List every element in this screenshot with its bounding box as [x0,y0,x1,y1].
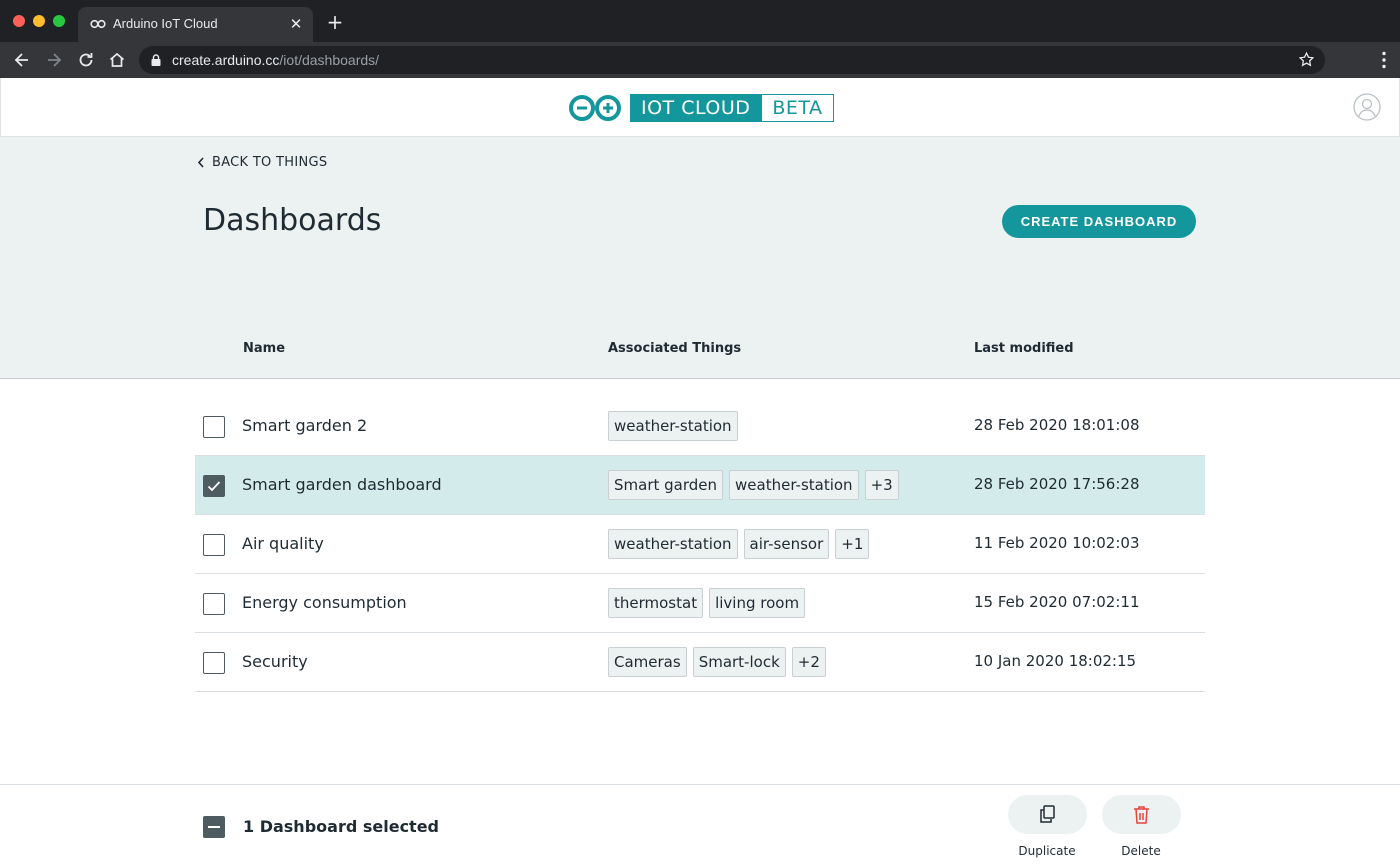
home-icon[interactable] [107,50,127,70]
address-bar[interactable]: create.arduino.cc/iot/dashboards/ [139,46,1325,74]
close-tab-icon[interactable]: ✕ [287,15,305,33]
bookmark-star-icon[interactable] [1298,51,1315,68]
selection-count: 1 Dashboard selected [243,817,439,836]
tab-title: Arduino IoT Cloud [113,16,218,31]
beta-badge: BETA [761,94,834,122]
column-header-name[interactable]: Name [243,341,285,356]
maximize-window-button[interactable] [53,15,65,27]
column-header-modified[interactable]: Last modified [974,341,1074,356]
associated-things: Smart garden weather-station +3 [608,470,899,500]
row-checkbox[interactable] [203,593,225,615]
lock-icon [151,54,161,66]
thing-chip[interactable]: weather-station [608,411,738,441]
table-row[interactable]: Energy consumption thermostat living room 1… [195,574,1205,633]
page-header-area: BACK TO THINGS Dashboards CREATE DASHBOA… [0,137,1400,379]
close-window-button[interactable] [13,15,25,27]
dashboards-table: Smart garden 2 weather-station 28 Feb 2020… [195,397,1205,692]
thing-chip[interactable]: weather-station [608,529,738,559]
minimize-window-button[interactable] [33,15,45,27]
duplicate-button[interactable] [1007,795,1087,834]
thing-chip[interactable]: Smart-lock [692,647,786,677]
duplicate-label: Duplicate [1018,844,1076,858]
chevron-left-icon [197,157,204,168]
last-modified: 28 Feb 2020 17:56:28 [974,475,1140,493]
arduino-favicon-icon [90,19,106,29]
associated-things: thermostat living room [608,588,806,618]
url-text: create.arduino.cc/iot/dashboards/ [172,52,380,68]
copy-icon [1039,805,1055,823]
row-checkbox[interactable] [203,652,225,674]
associated-things: Cameras Smart-lock +2 [608,647,826,677]
last-modified: 11 Feb 2020 10:02:03 [974,534,1140,552]
last-modified: 10 Jan 2020 18:02:15 [974,652,1137,670]
dashboard-name[interactable]: Smart garden dashboard [242,475,442,494]
delete-label: Delete [1121,844,1161,858]
thing-chip[interactable]: thermostat [608,588,704,618]
thing-chip[interactable]: +2 [791,647,826,677]
last-modified: 15 Feb 2020 07:02:11 [974,593,1140,611]
dashboard-name[interactable]: Air quality [242,534,324,553]
deselect-all-checkbox[interactable] [203,816,225,838]
thing-chip[interactable]: +3 [864,470,899,500]
delete-button[interactable] [1101,795,1181,834]
iot-cloud-logo[interactable]: IOT CLOUD BETA [568,93,834,123]
browser-toolbar: create.arduino.cc/iot/dashboards/ [0,42,1400,78]
table-row[interactable]: Air quality weather-station air-sensor +1 11… [195,515,1205,574]
associated-things: weather-station [608,411,738,441]
dashboard-name[interactable]: Smart garden 2 [242,416,367,435]
reload-icon[interactable] [76,50,96,70]
thing-chip[interactable]: +1 [835,529,870,559]
app-header: IOT CLOUD BETA [0,78,1400,137]
column-header-things[interactable]: Associated Things [608,341,741,356]
new-tab-icon[interactable]: + [325,12,345,32]
dashboard-name[interactable]: Energy consumption [242,593,407,612]
thing-chip[interactable]: weather-station [729,470,859,500]
thing-chip[interactable]: living room [709,588,806,618]
row-checkbox[interactable] [203,475,225,497]
thing-chip[interactable]: Smart garden [608,470,724,500]
delete-action: Delete [1101,795,1181,858]
page-title: Dashboards [203,203,382,238]
browser-menu-icon[interactable] [1382,51,1386,69]
logo-title: IOT CLOUD [630,94,762,122]
browser-tab-bar: Arduino IoT Cloud ✕ + [0,0,1400,42]
row-checkbox[interactable] [203,534,225,556]
row-checkbox[interactable] [203,416,225,438]
checkmark-icon [207,481,221,492]
dashboard-name[interactable]: Security [242,652,308,671]
table-row[interactable]: Security Cameras Smart-lock +2 10 Jan 2020 1… [195,633,1205,692]
user-avatar-icon[interactable] [1353,93,1381,121]
selection-footer: 1 Dashboard selected Duplicate Delete [0,784,1400,865]
trash-icon [1133,806,1149,824]
create-dashboard-button[interactable]: CREATE DASHBOARD [1002,205,1196,238]
browser-tab[interactable]: Arduino IoT Cloud ✕ [78,7,313,42]
back-to-things-link[interactable]: BACK TO THINGS [197,155,327,170]
table-row[interactable]: Smart garden 2 weather-station 28 Feb 2020… [195,397,1205,456]
forward-arrow-icon[interactable] [44,50,64,70]
thing-chip[interactable]: air-sensor [743,529,830,559]
back-arrow-icon[interactable] [12,50,32,70]
table-row[interactable]: Smart garden dashboard Smart garden weathe… [195,456,1205,515]
back-label: BACK TO THINGS [212,155,328,170]
last-modified: 28 Feb 2020 18:01:08 [974,416,1140,434]
associated-things: weather-station air-sensor +1 [608,529,870,559]
thing-chip[interactable]: Cameras [608,647,687,677]
arduino-logo-icon [569,95,621,121]
duplicate-action: Duplicate [1007,795,1087,858]
